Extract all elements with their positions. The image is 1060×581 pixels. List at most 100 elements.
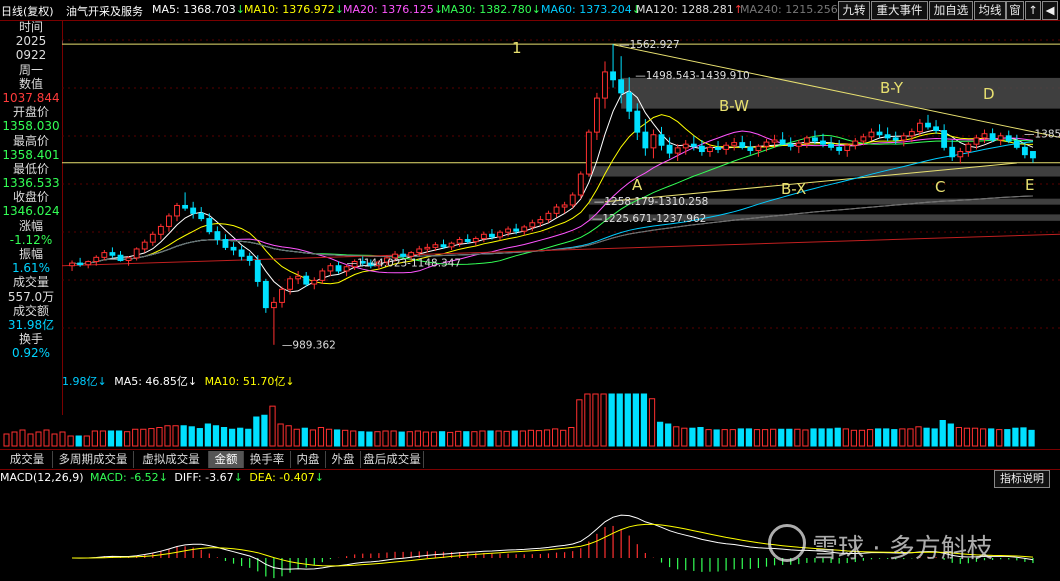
nine-turn-button[interactable]: 九转 [838,1,870,20]
date-value: 0922 [15,48,47,63]
price-label-level-3: —1225.671-1237.962 [592,213,707,225]
chart-mode[interactable]: 日线(复权) [1,3,54,19]
arrow-left-icon[interactable]: ◀ [1042,1,1058,20]
candle-body [69,262,75,267]
candle-body [85,261,92,266]
candle-body [1030,151,1036,159]
stock-name: 油气开采及服务 [66,5,143,18]
ma20-value: MA20: 1376.125↓ [343,3,443,16]
open-value: 1358.030 [2,119,60,134]
candle-body [989,133,996,141]
candle-body [884,134,891,139]
candle-body [206,218,213,233]
diff-value: DIFF: -3.67↓ [174,471,243,484]
tab-3[interactable]: 金额 [209,451,244,468]
candle-body [569,194,576,206]
volume-bar [19,429,26,447]
candle-body [723,144,730,150]
candle-body [981,133,988,139]
ma-line [71,195,1034,265]
candle-body [440,244,447,248]
tab-2[interactable]: 虚拟成交量 [134,451,209,468]
volume-bar [91,430,98,447]
low-value: 1336.533 [2,176,60,191]
candle-body [698,145,705,153]
candle-body [408,252,415,257]
candle-body [464,239,471,243]
candle-body [456,239,463,244]
candle-body [602,71,608,99]
candle-body [803,137,810,144]
candle-body [246,255,253,261]
candle-body [828,143,835,148]
volume-bar [414,430,421,447]
candle-body [844,144,851,151]
volume-bar [971,427,979,447]
ma-button[interactable]: 均线 [974,1,1006,20]
price-label-level-2: —1258.179-1310.258 [594,196,709,208]
volume-bar [632,393,639,447]
volume-bar [99,430,107,447]
candle-body [626,92,633,112]
volume-bar [527,429,535,447]
volume-chart[interactable] [0,388,1060,448]
indicator-explain-button[interactable]: 指标说明 [994,470,1050,488]
macd-header: MACD(12,26,9) MACD: -6.52↓ DIFF: -3.67↓ … [0,471,324,484]
volume-bar [358,431,365,447]
candle-body [254,259,261,282]
volume-current: 1.98亿↓ [62,375,107,388]
year-value: 2025 [15,34,47,49]
volume-bar [955,427,962,447]
candle-body [222,239,229,248]
candle-body [747,146,754,151]
red-trend-line [62,233,1060,267]
volume-bar [503,430,510,447]
high-label: 最高价 [12,133,49,148]
price-chart[interactable]: —1562.927 —1498.543-1439.910 —1258.179-131… [62,20,1060,370]
candle-body [916,122,923,133]
volume-bar [261,414,268,447]
tab-7[interactable]: 盘后成交量 [361,451,424,468]
turnover-value: 0.92% [11,346,51,361]
candle-body [157,225,164,235]
tab-0[interactable]: 成交量 [2,451,53,468]
major-events-button[interactable]: 重大事件 [871,1,928,20]
volume-bar [317,427,325,447]
volume-bar [665,423,672,447]
volume-bar [1020,427,1027,447]
window-button[interactable]: 窗 [1006,1,1024,20]
volume-bar [640,393,648,447]
candle-body [949,146,956,158]
candle-body [1021,146,1028,156]
volume-bar [35,431,42,447]
candle-body [876,131,883,136]
volume-ma10: MA10: 51.70亿↓ [204,375,295,388]
candle-body [480,233,487,239]
volume-bar [438,431,446,447]
candle-body [327,265,334,272]
candle-body [262,280,269,309]
candle-body [634,110,641,133]
candle-body [997,135,1004,141]
tab-1[interactable]: 多周期成交量 [53,451,134,468]
candle-body [1005,135,1012,142]
price-label-level-1: —1498.543-1439.910 [635,70,750,82]
volume-bar [301,427,308,447]
volume-bar [342,429,349,447]
tab-5[interactable]: 内盘 [291,451,326,468]
amplitude-value: 1.61% [11,261,51,276]
volume-bar [866,429,874,447]
volume-bar [164,425,171,447]
volume-bar [1012,427,1019,447]
add-watchlist-button[interactable]: 加自选 [929,1,973,20]
candle-body [513,228,520,232]
tab-6[interactable]: 外盘 [326,451,361,468]
arrow-up-icon[interactable]: ↑ [1025,1,1041,20]
volume-bar [124,431,131,447]
volume-bar [140,428,147,447]
volume-ma5: MA5: 46.85亿↓ [114,375,198,388]
tab-4[interactable]: 换手率 [244,451,291,468]
candle-body [497,231,503,238]
volume-bar [842,428,849,447]
candle-body [852,140,859,146]
